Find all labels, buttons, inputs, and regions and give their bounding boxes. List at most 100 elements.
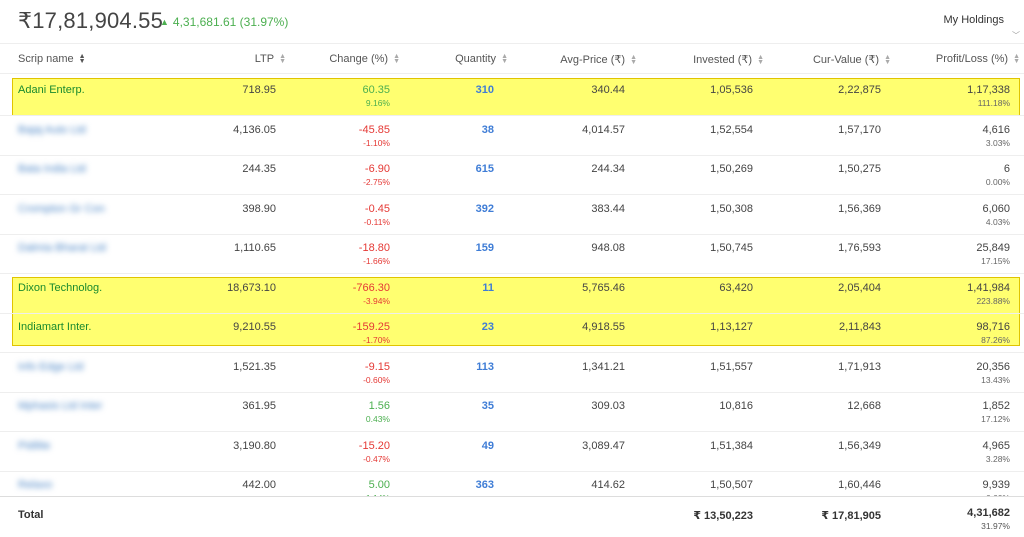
sort-icon[interactable]: ▲ ▼	[79, 53, 86, 65]
column-header-ltp[interactable]: LTP ▲ ▼	[255, 53, 286, 65]
scrip-name-link[interactable]: Dalmia Bharat Ltd	[18, 242, 106, 254]
sort-icon[interactable]: ▲ ▼	[393, 53, 400, 65]
ltp-value: 244.35	[242, 163, 276, 175]
change_pct-value: -1.10%	[363, 137, 390, 148]
scrip-name-link[interactable]: Bajaj Auto Ltd	[18, 124, 86, 136]
scrip-name-link[interactable]: Dixon Technolog.	[18, 282, 102, 294]
invested-value: 10,816	[719, 400, 753, 412]
table-row[interactable]: Indiamart Inter. 9,210.55 -159.25 -1.70% 23 4…	[0, 313, 1024, 353]
pl-value: 6	[1003, 163, 1010, 175]
scrip-name-link[interactable]: Pidilite	[18, 440, 50, 452]
change-cell: -159.25 -1.70%	[353, 321, 390, 345]
qty-cell: 49	[482, 440, 494, 452]
sort-icon[interactable]: ▲ ▼	[757, 54, 764, 66]
cur-cell: 1,56,349	[838, 440, 881, 452]
invested-value: 1,52,554	[710, 123, 753, 136]
column-header-avg-price[interactable]: Avg-Price (₹) ▲ ▼	[560, 53, 637, 66]
pl-value: 25,849	[976, 242, 1010, 254]
scrip-name-link[interactable]: Crompton Gr Con	[18, 203, 105, 215]
table-row[interactable]: Pidilite 3,190.80 -15.20 -0.47% 49 3,089.47 1,…	[0, 432, 1024, 472]
table-row[interactable]: Mphasis Ltd Inter 361.95 1.56 0.43% 35 309.03…	[0, 392, 1024, 432]
change-value: 60.35	[362, 84, 390, 96]
change-value: -18.80	[358, 242, 390, 254]
cur-cell: 1,57,170	[838, 124, 881, 136]
cur-cell: 1,50,275	[838, 163, 881, 175]
scrip-name-link[interactable]: Indiamart Inter.	[18, 321, 91, 333]
column-header-scrip[interactable]: Scrip name ▲ ▼	[18, 53, 86, 65]
total-label: Total	[18, 509, 44, 521]
invested-cell: 1,50,308	[710, 203, 753, 215]
invested-value: 1,50,507	[710, 479, 753, 491]
table-row[interactable]: Bajaj Auto Ltd 4,136.05 -45.85 -1.10% 38 4,01…	[0, 116, 1024, 156]
table-row[interactable]: Dixon Technolog. 18,673.10 -766.30 -3.94% 11…	[0, 274, 1024, 314]
qty-value: 49	[481, 439, 494, 452]
pl-value: 4,965	[982, 439, 1010, 452]
pl_pct-value: 4.03%	[985, 216, 1010, 227]
qty-value: 363	[475, 479, 494, 491]
table-row[interactable]: Info Edge Ltd 1,521.35 -9.15 -0.60% 113 1,341…	[0, 353, 1024, 393]
portfolio-total-value: ₹17,81,904.55	[18, 8, 164, 33]
avg-cell: 244.34	[591, 163, 625, 175]
avg-value: 4,918.55	[582, 321, 625, 333]
scrip-name-link[interactable]: Adani Enterp.	[18, 84, 85, 96]
pl-value: 20,356	[976, 360, 1010, 373]
qty-value: 23	[481, 321, 494, 333]
cur-value: 1,57,170	[838, 123, 881, 136]
invested-value: 1,51,384	[710, 439, 753, 452]
avg-value: 244.34	[591, 163, 625, 175]
ltp-value: 4,136.05	[233, 123, 276, 136]
profit-loss-cell: 98,716 87.26%	[976, 321, 1010, 345]
invested-cell: 1,13,127	[710, 321, 753, 333]
change-cell: -0.45 -0.11%	[364, 203, 390, 227]
table-row[interactable]: Relaxo 442.00 5.001.14% 363 414.62 1,50,507 1,…	[0, 471, 1024, 496]
table-row[interactable]: Dalmia Bharat Ltd 1,110.65 -18.80 -1.66% 159…	[0, 234, 1024, 274]
pl_pct-value: 17.12%	[981, 414, 1010, 424]
ltp-value: 1,521.35	[233, 360, 276, 373]
sort-icon[interactable]: ▲ ▼	[501, 53, 508, 65]
column-header-change[interactable]: Change (%) ▲ ▼	[329, 53, 400, 65]
column-header-quantity[interactable]: Quantity ▲ ▼	[455, 53, 508, 65]
sort-icon[interactable]: ▲ ▼	[1013, 53, 1020, 65]
qty-cell: 159	[476, 242, 494, 254]
holdings-table-header: Scrip name ▲ ▼ LTP ▲ ▼ Change (%) ▲ ▼ Quantity…	[0, 44, 1024, 74]
scrip-name-link[interactable]: Bata India Ltd	[18, 163, 86, 175]
holdings-table-body: Adani Enterp. 718.95 60.35 9.16% 310 340.44 1,…	[0, 76, 1024, 496]
invested-cell: 1,50,507	[710, 479, 753, 491]
sort-icon[interactable]: ▲ ▼	[630, 54, 637, 66]
sort-icon[interactable]: ▲ ▼	[279, 53, 286, 65]
column-header-invested[interactable]: Invested (₹) ▲ ▼	[693, 53, 764, 66]
change_pct-value: -0.11%	[363, 216, 390, 227]
avg-value: 309.03	[591, 400, 625, 412]
profit-loss-cell: 6,060 4.03%	[982, 203, 1010, 227]
table-row[interactable]: Adani Enterp. 718.95 60.35 9.16% 310 340.44 1,…	[0, 76, 1024, 116]
ltp-cell: 18,673.10	[227, 282, 276, 294]
column-header-profit-loss[interactable]: Profit/Loss (%) ▲ ▼	[936, 53, 1020, 65]
profit-loss-cell: 4,965 3.28%	[982, 440, 1010, 464]
scrip-name-link[interactable]: Relaxo	[18, 479, 52, 491]
qty-cell: 363	[476, 479, 494, 491]
profit-loss-cell: 9,9396.60%	[982, 479, 1010, 496]
invested-cell: 1,50,745	[710, 242, 753, 254]
change-value: -15.20	[358, 439, 390, 452]
cur-value: 1,50,275	[838, 163, 881, 175]
chevron-down-icon[interactable]: ﹀	[1012, 30, 1020, 41]
table-row[interactable]: Crompton Gr Con 398.90 -0.45 -0.11% 392 383.4…	[0, 195, 1024, 235]
invested-value: 1,50,745	[710, 242, 753, 254]
qty-value: 113	[476, 360, 494, 373]
pl-value: 4,616	[982, 123, 1010, 136]
ltp-cell: 718.95	[242, 84, 276, 96]
change-value: 1.56	[368, 400, 390, 412]
table-row[interactable]: Bata India Ltd 244.35 -6.90 -2.75% 615 244.34…	[0, 155, 1024, 195]
avg-cell: 309.03	[591, 400, 625, 412]
total-profit-loss-pct: 31.97%	[981, 521, 1010, 531]
ltp-cell: 244.35	[242, 163, 276, 175]
cur-cell: 1,56,369	[838, 203, 881, 215]
cur-cell: 1,76,593	[838, 242, 881, 254]
sort-icon[interactable]: ▲ ▼	[884, 54, 891, 66]
scrip-name-link[interactable]: Info Edge Ltd	[18, 361, 83, 373]
column-header-cur-value[interactable]: Cur-Value (₹) ▲ ▼	[813, 53, 891, 66]
change-cell: -9.15 -0.60%	[363, 361, 390, 385]
avg-cell: 948.08	[591, 242, 625, 254]
scrip-name-link[interactable]: Mphasis Ltd Inter	[18, 400, 102, 412]
holdings-dropdown[interactable]: My Holdings	[943, 14, 1004, 26]
